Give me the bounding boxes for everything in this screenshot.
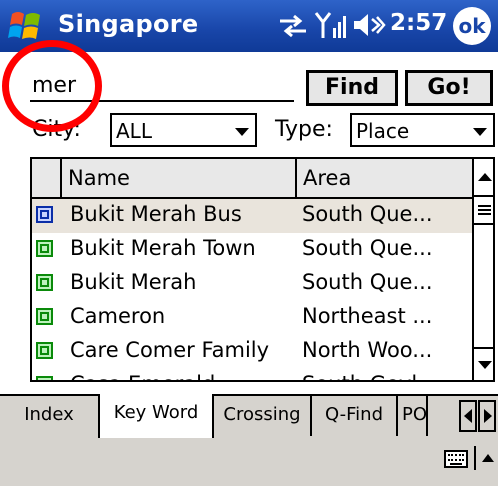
keyboard-icon[interactable] bbox=[444, 450, 468, 468]
city-dropdown[interactable]: ALL bbox=[110, 113, 257, 147]
list-item-area: North Woo... bbox=[302, 338, 433, 362]
vertical-scrollbar[interactable] bbox=[472, 159, 493, 380]
highlight-circle bbox=[2, 40, 102, 132]
list-item-area: South Que... bbox=[302, 202, 433, 226]
header-icon-column[interactable] bbox=[32, 159, 62, 197]
building-icon bbox=[36, 308, 53, 325]
tab-q-find[interactable]: Q-Find bbox=[312, 396, 398, 436]
menu-bar bbox=[0, 438, 498, 486]
window-title[interactable]: Singapore bbox=[58, 10, 198, 38]
go-button[interactable]: Go! bbox=[405, 70, 493, 106]
list-item[interactable]: Casa Emerald South Geyl... bbox=[32, 369, 472, 380]
list-item[interactable]: Care Comer Family North Woo... bbox=[32, 335, 472, 369]
grip-icon bbox=[478, 205, 491, 215]
arrow-right-icon bbox=[484, 409, 492, 423]
arrow-up-icon bbox=[478, 173, 492, 181]
type-dropdown-value: Place bbox=[356, 119, 410, 143]
column-header-area[interactable]: Area bbox=[297, 159, 472, 197]
list-item-name: Bukit Merah Town bbox=[70, 236, 256, 260]
tab-scroll-left-button[interactable] bbox=[459, 400, 477, 432]
arrow-down-icon bbox=[478, 361, 492, 369]
list-item-name: Casa Emerald bbox=[70, 372, 215, 380]
input-panel-arrow-icon[interactable] bbox=[482, 454, 494, 462]
windows-start-icon[interactable] bbox=[6, 6, 46, 46]
city-dropdown-value: ALL bbox=[116, 119, 152, 143]
list-item-name: Cameron bbox=[70, 304, 166, 328]
tab-poi[interactable]: POI bbox=[398, 396, 428, 436]
building-icon bbox=[36, 274, 53, 291]
list-item-area: South Que... bbox=[302, 236, 433, 260]
connectivity-icon[interactable] bbox=[278, 14, 308, 38]
building-icon bbox=[36, 376, 53, 380]
list-item-name: Bukit Merah bbox=[70, 270, 197, 294]
building-icon bbox=[36, 342, 53, 359]
list-item-area: Northeast ... bbox=[302, 304, 433, 328]
signal-strength-icon[interactable] bbox=[314, 10, 348, 40]
tab-bar: Index Key Word Crossing Q-Find POI bbox=[0, 394, 498, 438]
list-header: Name Area bbox=[32, 159, 472, 199]
ok-button[interactable]: ok bbox=[453, 7, 491, 45]
list-item-area: South Que... bbox=[302, 270, 433, 294]
list-item-name: Care Comer Family bbox=[70, 338, 270, 362]
list-item[interactable]: Bukit Merah Town South Que... bbox=[32, 233, 472, 267]
tab-scroll-right-button[interactable] bbox=[478, 400, 496, 432]
type-label: Type: bbox=[275, 117, 333, 142]
list-item[interactable]: Bukit Merah Bus South Que... bbox=[32, 199, 472, 233]
scroll-down-button[interactable] bbox=[474, 347, 493, 380]
type-dropdown[interactable]: Place bbox=[350, 113, 495, 147]
chevron-down-icon bbox=[235, 128, 249, 136]
list-item[interactable]: Cameron Northeast ... bbox=[32, 301, 472, 335]
list-item-area: South Geyl... bbox=[302, 372, 437, 380]
clock[interactable]: 2:57 bbox=[390, 10, 447, 36]
results-list[interactable]: Name Area Bukit Merah Bus South Que... B… bbox=[30, 157, 495, 382]
building-icon bbox=[36, 240, 53, 257]
menu-divider bbox=[474, 446, 476, 470]
tab-index[interactable]: Index bbox=[0, 396, 100, 436]
arrow-left-icon bbox=[464, 409, 472, 423]
find-button[interactable]: Find bbox=[306, 70, 398, 106]
scroll-thumb[interactable] bbox=[474, 197, 493, 225]
chevron-down-icon bbox=[473, 128, 487, 136]
bus-stop-icon bbox=[36, 206, 53, 223]
list-item-name: Bukit Merah Bus bbox=[70, 202, 242, 226]
scroll-up-button[interactable] bbox=[474, 159, 493, 197]
tab-key-word[interactable]: Key Word bbox=[98, 394, 214, 438]
column-header-name[interactable]: Name bbox=[62, 159, 297, 197]
list-item[interactable]: Bukit Merah South Que... bbox=[32, 267, 472, 301]
volume-icon[interactable] bbox=[352, 10, 386, 40]
tab-crossing[interactable]: Crossing bbox=[214, 396, 312, 436]
